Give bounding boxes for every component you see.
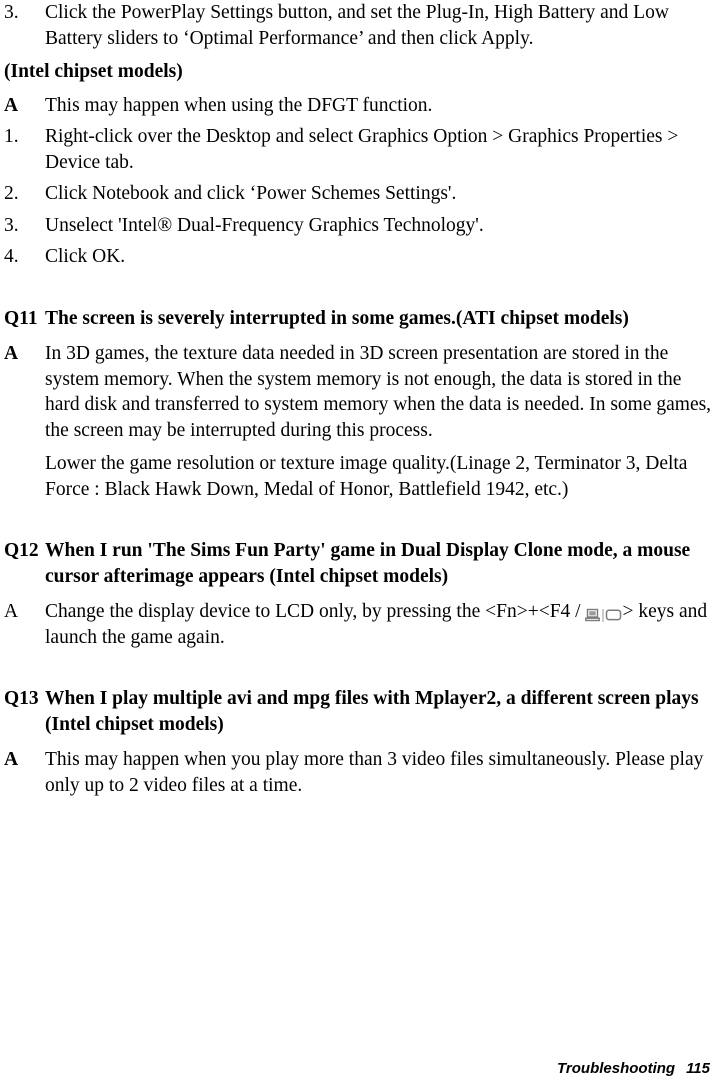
answer-intel-dfgt: A This may happen when using the DFGT fu… xyxy=(4,93,712,119)
question-marker: Q12 xyxy=(4,540,39,561)
question-text: When I run 'The Sims Fun Party' game in … xyxy=(45,540,691,587)
crt-monitor-icon xyxy=(606,608,622,620)
question-q12: Q12 When I run 'The Sims Fun Party' game… xyxy=(4,538,712,589)
answer-text: Change the display device to LCD only, b… xyxy=(45,599,712,650)
answer-marker: A xyxy=(4,601,19,622)
answer-text-part-1: Change the display device to LCD only, b… xyxy=(45,601,586,622)
answer-q13: A This may happen when you play more tha… xyxy=(4,747,712,798)
lcd-display-icon xyxy=(585,608,601,621)
fn-key-icon-group: | xyxy=(585,607,622,622)
list-item-text: Click Notebook and click ‘Power Schemes … xyxy=(45,183,457,204)
list-marker: 4. xyxy=(4,246,19,267)
question-marker: Q11 xyxy=(4,307,38,329)
list-item: 1. Right-click over the Desktop and sele… xyxy=(4,124,712,175)
list-item: 3. Unselect 'Intel® Dual-Frequency Graph… xyxy=(4,213,712,239)
manual-page: 3. Click the PowerPlay Settings button, … xyxy=(0,0,716,1090)
list-item-text: Click OK. xyxy=(45,246,126,267)
answer-text: This may happen when you play more than … xyxy=(45,749,704,796)
answer-text: This may happen when using the DFGT func… xyxy=(45,94,433,116)
question-q13: Q13 When I play multiple avi and mpg fil… xyxy=(4,686,712,737)
question-marker: Q13 xyxy=(4,688,39,709)
answer-marker: A xyxy=(4,343,19,364)
list-item-step-3: 3. Click the PowerPlay Settings button, … xyxy=(4,0,712,51)
question-q11: Q11 The screen is severely interrupted i… xyxy=(4,306,712,332)
intel-chipset-heading: (Intel chipset models) xyxy=(4,61,183,82)
list-item-text: Right-click over the Desktop and select … xyxy=(45,126,679,173)
list-marker: 1. xyxy=(4,126,19,147)
page-footer: Troubleshooting 115 xyxy=(557,1060,710,1078)
answer-q12: A Change the display device to LCD only,… xyxy=(4,599,712,650)
answer-text: In 3D games, the texture data needed in … xyxy=(45,343,712,441)
footer-section-title: Troubleshooting xyxy=(557,1060,676,1077)
page-content: 3. Click the PowerPlay Settings button, … xyxy=(4,0,712,798)
footer-page-number: 115 xyxy=(686,1060,710,1077)
question-text: When I play multiple avi and mpg files w… xyxy=(45,688,699,735)
answer-marker: A xyxy=(4,94,19,116)
list-marker: 3. xyxy=(4,214,19,236)
answer-marker: A xyxy=(4,749,19,770)
question-text: The screen is severely interrupted in so… xyxy=(45,307,629,329)
answer-q11: A In 3D games, the texture data needed i… xyxy=(4,341,712,443)
list-marker: 3. xyxy=(4,2,19,23)
list-item: 4. Click OK. xyxy=(4,244,712,270)
list-marker: 2. xyxy=(4,183,19,204)
answer-q11-paragraph-2: Lower the game resolution or texture ima… xyxy=(45,453,688,500)
list-item: 2. Click Notebook and click ‘Power Schem… xyxy=(4,181,712,207)
list-item-text: Click the PowerPlay Settings button, and… xyxy=(45,2,669,49)
list-item-text: Unselect 'Intel® Dual-Frequency Graphics… xyxy=(45,214,484,236)
